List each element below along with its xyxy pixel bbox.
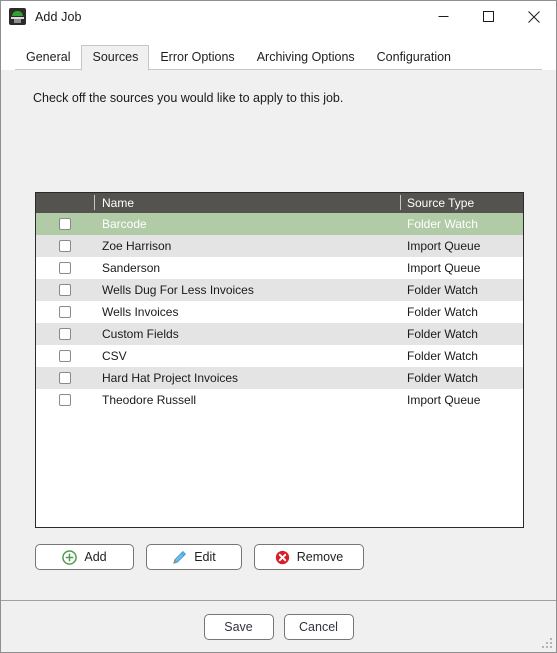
tab-sources[interactable]: Sources — [81, 45, 150, 71]
table-row[interactable]: Barcode Folder Watch — [36, 213, 523, 235]
row-checkbox[interactable] — [59, 284, 71, 296]
table-row[interactable]: Hard Hat Project Invoices Folder Watch — [36, 367, 523, 389]
row-checkbox[interactable] — [59, 262, 71, 274]
row-checkbox[interactable] — [59, 350, 71, 362]
row-checkbox[interactable] — [59, 240, 71, 252]
grid-action-buttons: Add Edit Remove — [35, 544, 364, 570]
cancel-button[interactable]: Cancel — [283, 613, 354, 640]
row-name: Wells Dug For Less Invoices — [102, 283, 254, 297]
edit-button[interactable]: Edit — [146, 544, 242, 570]
row-source-type: Folder Watch — [407, 283, 478, 297]
row-source-type: Folder Watch — [407, 217, 478, 231]
row-source-type: Import Queue — [407, 239, 481, 253]
grid-header-source-type[interactable]: Source Type — [400, 193, 493, 213]
plus-circle-icon — [62, 549, 78, 565]
satellite-dish-icon — [9, 8, 26, 25]
maximize-icon[interactable] — [466, 1, 511, 32]
row-name: Hard Hat Project Invoices — [102, 371, 239, 385]
title-bar: Add Job — [1, 1, 556, 32]
table-row[interactable]: Zoe Harrison Import Queue — [36, 235, 523, 257]
table-row[interactable]: Custom Fields Folder Watch — [36, 323, 523, 345]
row-checkbox[interactable] — [59, 218, 71, 230]
row-checkbox-cell[interactable] — [36, 262, 94, 274]
table-row[interactable]: CSV Folder Watch — [36, 345, 523, 367]
row-name: Sanderson — [102, 261, 161, 275]
table-row[interactable]: Theodore Russell Import Queue — [36, 389, 523, 411]
row-name: Wells Invoices — [102, 305, 179, 319]
sources-tab-panel: Check off the sources you would like to … — [1, 70, 556, 652]
x-circle-icon — [275, 550, 289, 564]
table-row[interactable]: Wells Dug For Less Invoices Folder Watch — [36, 279, 523, 301]
window-controls — [421, 1, 556, 32]
row-source-type: Folder Watch — [407, 327, 478, 341]
row-name: Custom Fields — [102, 327, 179, 341]
row-checkbox-cell[interactable] — [36, 284, 94, 296]
row-checkbox[interactable] — [59, 306, 71, 318]
row-source-type: Folder Watch — [407, 349, 478, 363]
add-job-dialog: Add Job General Sources Error Options Ar… — [0, 0, 557, 653]
window-title: Add Job — [35, 9, 82, 24]
tab-strip: General Sources Error Options Archiving … — [1, 45, 556, 71]
row-source-type: Import Queue — [407, 261, 481, 275]
row-name: Zoe Harrison — [102, 239, 172, 253]
row-source-type: Import Queue — [407, 393, 481, 407]
edit-button-label: Edit — [194, 550, 216, 564]
row-checkbox-cell[interactable] — [36, 306, 94, 318]
row-source-type: Folder Watch — [407, 305, 478, 319]
tab-configuration[interactable]: Configuration — [366, 45, 462, 70]
row-checkbox-cell[interactable] — [36, 218, 94, 230]
table-row[interactable]: Sanderson Import Queue — [36, 257, 523, 279]
add-button[interactable]: Add — [35, 544, 134, 570]
close-icon[interactable] — [511, 1, 556, 32]
row-checkbox-cell[interactable] — [36, 394, 94, 406]
grid-header-row: Name Source Type — [36, 193, 523, 213]
row-name: Theodore Russell — [102, 393, 197, 407]
row-checkbox[interactable] — [59, 328, 71, 340]
remove-button[interactable]: Remove — [254, 544, 364, 570]
pencil-icon — [173, 550, 187, 564]
row-checkbox-cell[interactable] — [36, 372, 94, 384]
grid-rows: Barcode Folder Watch Zoe Harrison Import… — [36, 213, 523, 527]
dialog-footer: Save Cancel — [1, 601, 556, 652]
sources-grid: Name Source Type Barcode Folder Watch Zo… — [35, 192, 524, 528]
table-row[interactable]: Wells Invoices Folder Watch — [36, 301, 523, 323]
row-name: Barcode — [102, 217, 147, 231]
minimize-icon[interactable] — [421, 1, 466, 32]
resize-grip[interactable] — [542, 638, 553, 649]
remove-button-label: Remove — [296, 550, 344, 564]
tab-archiving-options[interactable]: Archiving Options — [246, 45, 366, 70]
save-button[interactable]: Save — [203, 613, 274, 640]
row-source-type: Folder Watch — [407, 371, 478, 385]
row-checkbox-cell[interactable] — [36, 328, 94, 340]
tab-strip-container: General Sources Error Options Archiving … — [1, 32, 556, 71]
add-button-label: Add — [84, 550, 107, 564]
tab-general[interactable]: General — [15, 45, 81, 70]
row-checkbox-cell[interactable] — [36, 240, 94, 252]
grid-header-name[interactable]: Name — [94, 193, 400, 213]
row-checkbox[interactable] — [59, 372, 71, 384]
row-checkbox-cell[interactable] — [36, 350, 94, 362]
instruction-text: Check off the sources you would like to … — [33, 91, 344, 105]
row-name: CSV — [102, 349, 127, 363]
tab-error-options[interactable]: Error Options — [149, 45, 245, 70]
row-checkbox[interactable] — [59, 394, 71, 406]
